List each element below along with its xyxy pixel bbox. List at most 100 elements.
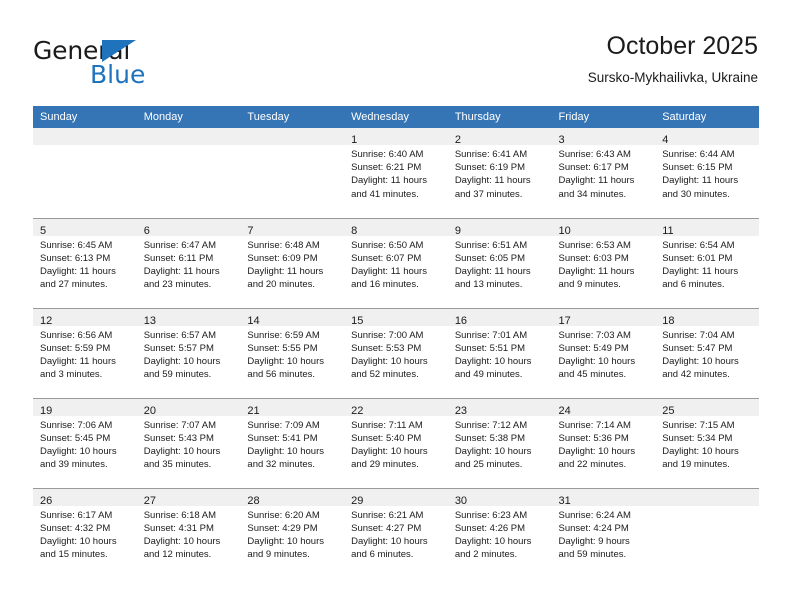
day-details: Sunrise: 7:00 AM Sunset: 5:53 PM Daylight:… <box>344 326 448 382</box>
page-title: October 2025 <box>606 32 759 60</box>
calendar-week-row: 12 Sunrise: 6:56 AM Sunset: 5:59 PM Dayligh… <box>33 307 759 398</box>
calendar-day-cell[interactable]: 26 Sunrise: 6:17 AM Sunset: 4:32 PM Dayligh… <box>33 487 137 579</box>
daylight-text-line2: and 13 minutes. <box>454 279 523 291</box>
sunrise-text: Sunrise: 7:00 AM <box>351 329 424 341</box>
calendar-day-cell[interactable]: 1 Sunrise: 6:40 AM Sunset: 6:21 PM Daylight… <box>344 128 448 218</box>
day-cell-content: 30 Sunrise: 6:23 AM Sunset: 4:26 PM Dayligh… <box>447 488 552 579</box>
daylight-text-line2: and 59 minutes. <box>143 369 212 381</box>
day-cell-content: 24 Sunrise: 7:14 AM Sunset: 5:36 PM Dayligh… <box>551 398 656 488</box>
daylight-text-line1: Daylight: 9 hours <box>558 535 630 547</box>
calendar-day-cell[interactable]: 20 Sunrise: 7:07 AM Sunset: 5:43 PM Dayligh… <box>136 397 241 488</box>
day-details: Sunrise: 6:21 AM Sunset: 4:27 PM Daylight:… <box>344 506 448 562</box>
sunrise-text: Sunrise: 6:57 AM <box>143 329 217 341</box>
calendar-day-cell[interactable]: 7 Sunrise: 6:48 AM Sunset: 6:09 PM Daylight… <box>240 217 345 308</box>
day-cell-content: 6 Sunrise: 6:47 AM Sunset: 6:11 PM Daylight… <box>136 218 241 308</box>
sunrise-text: Sunrise: 7:06 AM <box>40 419 113 431</box>
day-cell-content: 10 Sunrise: 6:53 AM Sunset: 6:03 PM Dayligh… <box>551 218 656 308</box>
day-number: 4 <box>662 134 669 146</box>
weekday-header-monday: Monday <box>136 106 241 128</box>
weekday-header-tuesday: Tuesday <box>240 106 345 128</box>
calendar-day-cell[interactable]: 27 Sunrise: 6:18 AM Sunset: 4:31 PM Dayligh… <box>136 487 241 578</box>
daylight-text-line1: Daylight: 11 hours <box>454 175 531 187</box>
sunrise-text: Sunrise: 6:53 AM <box>558 239 631 251</box>
title-block: October 2025 Sursko-Mykhailivka, Ukraine <box>588 30 758 88</box>
calendar-day-cell[interactable]: 12 Sunrise: 6:56 AM Sunset: 5:59 PM Dayligh… <box>33 307 137 398</box>
daylight-text-line2: and 39 minutes. <box>40 459 108 471</box>
calendar-day-cell[interactable]: 22 Sunrise: 7:11 AM Sunset: 5:40 PM Dayligh… <box>344 397 448 488</box>
day-details: Sunrise: 6:47 AM Sunset: 6:11 PM Daylight:… <box>137 236 241 292</box>
calendar-day-cell[interactable]: 28 Sunrise: 6:20 AM Sunset: 4:29 PM Dayligh… <box>240 487 345 579</box>
day-cell-content <box>33 128 137 218</box>
calendar-day-cell[interactable]: 3 Sunrise: 6:43 AM Sunset: 6:17 PM Daylight… <box>551 128 656 218</box>
daylight-text-line2: and 52 minutes. <box>351 369 419 381</box>
sunrise-text: Sunrise: 6:50 AM <box>351 239 424 251</box>
calendar-day-cell[interactable]: 31 Sunrise: 6:24 AM Sunset: 4:24 PM Dayligh… <box>551 487 656 578</box>
daylight-text-line2: and 20 minutes. <box>247 279 316 291</box>
day-number: 20 <box>143 404 156 417</box>
day-number-band: 26 <box>33 488 137 507</box>
sunset-text: Sunset: 4:32 PM <box>40 522 111 534</box>
daylight-text-line2: and 37 minutes. <box>454 188 523 200</box>
day-details: Sunrise: 6:59 AM Sunset: 5:55 PM Daylight:… <box>240 326 344 382</box>
calendar-header-row: Sunday Monday Tuesday Wednesday Thursday Frid… <box>33 106 759 128</box>
day-details: Sunrise: 6:54 AM Sunset: 6:01 PM Daylight:… <box>655 236 759 292</box>
daylight-text-line2: and 45 minutes. <box>558 369 627 381</box>
day-number-band: 5 <box>33 218 137 237</box>
calendar-day-cell[interactable]: 19 Sunrise: 7:06 AM Sunset: 5:45 PM Dayligh… <box>33 397 137 488</box>
calendar-day-cell[interactable]: 6 Sunrise: 6:47 AM Sunset: 6:11 PM Daylight… <box>136 217 241 308</box>
weekday-header-saturday: Saturday <box>655 106 759 128</box>
day-number-band: 19 <box>33 398 137 417</box>
day-cell-content: 26 Sunrise: 6:17 AM Sunset: 4:32 PM Dayligh… <box>33 488 137 579</box>
calendar-day-cell[interactable]: 14 Sunrise: 6:59 AM Sunset: 5:55 PM Dayligh… <box>240 307 345 398</box>
calendar-day-cell[interactable]: 29 Sunrise: 6:21 AM Sunset: 4:27 PM Dayligh… <box>344 487 448 578</box>
day-number: 21 <box>247 404 260 417</box>
day-cell-content: 13 Sunrise: 6:57 AM Sunset: 5:57 PM Dayligh… <box>136 308 241 398</box>
sunrise-text: Sunrise: 6:43 AM <box>558 149 631 160</box>
calendar-day-cell[interactable]: 25 Sunrise: 7:15 AM Sunset: 5:34 PM Dayligh… <box>655 397 759 488</box>
calendar-day-cell[interactable]: 8 Sunrise: 6:50 AM Sunset: 6:07 PM Daylight… <box>344 217 448 308</box>
calendar-day-cell[interactable]: 24 Sunrise: 7:14 AM Sunset: 5:36 PM Dayligh… <box>551 397 656 488</box>
day-cell-content: 16 Sunrise: 7:01 AM Sunset: 5:51 PM Dayligh… <box>447 308 552 398</box>
day-number-band: 9 <box>447 218 552 237</box>
daylight-text-line2: and 32 minutes. <box>247 459 316 471</box>
day-number: 16 <box>454 314 468 327</box>
day-number-band: 8 <box>344 218 448 237</box>
calendar-day-cell[interactable]: 9 Sunrise: 6:51 AM Sunset: 6:05 PM Daylight… <box>447 217 552 308</box>
sunrise-text: Sunrise: 7:03 AM <box>558 329 631 341</box>
daylight-text-line1: Daylight: 10 hours <box>351 445 428 457</box>
day-number: 27 <box>143 494 156 507</box>
daylight-text-line1: Daylight: 11 hours <box>40 265 116 277</box>
sunrise-text: Sunrise: 6:51 AM <box>454 239 528 251</box>
calendar-day-cell[interactable]: 16 Sunrise: 7:01 AM Sunset: 5:51 PM Dayligh… <box>447 307 552 398</box>
sunset-text: Sunset: 5:49 PM <box>558 342 629 354</box>
day-number-band: 20 <box>136 398 241 417</box>
daylight-text-line1: Daylight: 11 hours <box>662 175 739 187</box>
calendar-day-cell[interactable]: 2 Sunrise: 6:41 AM Sunset: 6:19 PM Daylight… <box>447 128 552 218</box>
calendar-day-cell[interactable]: 23 Sunrise: 7:12 AM Sunset: 5:38 PM Dayligh… <box>447 397 552 488</box>
calendar-day-cell[interactable]: 30 Sunrise: 6:23 AM Sunset: 4:26 PM Dayligh… <box>447 487 552 579</box>
day-number-band: 14 <box>240 308 345 327</box>
calendar-day-cell[interactable]: 11 Sunrise: 6:54 AM Sunset: 6:01 PM Dayligh… <box>655 217 759 308</box>
sunset-text: Sunset: 5:51 PM <box>454 342 526 354</box>
calendar-day-cell[interactable]: 10 Sunrise: 6:53 AM Sunset: 6:03 PM Dayligh… <box>551 217 656 308</box>
day-number-band: 31 <box>551 488 656 507</box>
sunset-text: Sunset: 6:15 PM <box>662 162 733 174</box>
day-details: Sunrise: 6:45 AM Sunset: 6:13 PM Daylight:… <box>33 236 137 292</box>
day-details: Sunrise: 7:09 AM Sunset: 5:41 PM Daylight:… <box>240 416 344 472</box>
calendar-day-cell[interactable]: 15 Sunrise: 7:00 AM Sunset: 5:53 PM Dayligh… <box>344 307 448 398</box>
calendar-day-cell[interactable]: 4 Sunrise: 6:44 AM Sunset: 6:15 PM Daylight… <box>655 128 759 218</box>
day-number-band: 13 <box>136 308 241 327</box>
calendar-day-cell[interactable]: 18 Sunrise: 7:04 AM Sunset: 5:47 PM Dayligh… <box>655 307 759 398</box>
calendar-day-cell[interactable]: 17 Sunrise: 7:03 AM Sunset: 5:49 PM Dayligh… <box>551 307 656 398</box>
day-cell-content <box>240 128 345 218</box>
sunset-text: Sunset: 4:27 PM <box>351 522 422 534</box>
day-cell-content: 28 Sunrise: 6:20 AM Sunset: 4:29 PM Dayligh… <box>240 488 345 579</box>
daylight-text-line1: Daylight: 10 hours <box>247 355 324 367</box>
calendar-day-cell[interactable]: 13 Sunrise: 6:57 AM Sunset: 5:57 PM Dayligh… <box>136 307 241 398</box>
calendar-empty-cell <box>655 487 759 578</box>
day-details: Sunrise: 6:23 AM Sunset: 4:26 PM Daylight:… <box>448 506 552 562</box>
sunset-text: Sunset: 5:40 PM <box>351 432 422 444</box>
calendar-day-cell[interactable]: 21 Sunrise: 7:09 AM Sunset: 5:41 PM Dayligh… <box>240 397 345 488</box>
day-number: 31 <box>558 494 571 507</box>
calendar-day-cell[interactable]: 5 Sunrise: 6:45 AM Sunset: 6:13 PM Daylight… <box>33 217 137 308</box>
